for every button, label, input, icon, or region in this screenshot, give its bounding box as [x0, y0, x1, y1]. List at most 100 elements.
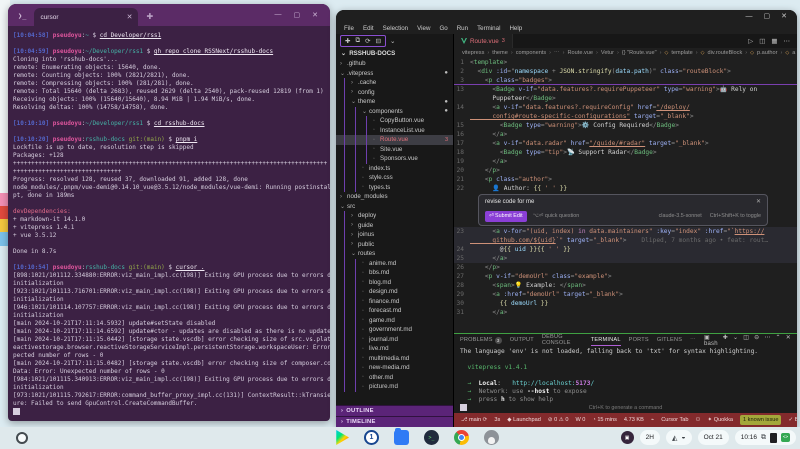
vscode-close-icon[interactable]: ✕ — [781, 12, 787, 20]
breadcrumb-item[interactable]: Route.vue — [568, 50, 594, 56]
breadcrumb-item[interactable]: template — [671, 50, 692, 56]
status-gitlens-launchpad[interactable]: ◆ Launchpad — [507, 417, 541, 423]
explorer-item-index-ts[interactable]: ▫index.ts — [336, 164, 453, 174]
explorer-item-node-modules[interactable]: ›node_modules — [336, 192, 453, 202]
customize-layout-icon[interactable]: ▦ — [771, 37, 777, 45]
inline-ai-widget[interactable]: revise code for me✕⏎ Submit Edit⌥⏎ quick… — [478, 194, 768, 226]
maximize-panel-icon[interactable]: ⌃ — [776, 334, 781, 347]
explorer-item-style-css[interactable]: ▫style.css — [336, 173, 453, 183]
terminal-minimize-icon[interactable]: — — [275, 11, 282, 19]
vscode-titlebar[interactable]: — ▢ ✕ — [336, 10, 797, 22]
breadcrumb-item[interactable]: {} "Route.vue" — [622, 50, 657, 56]
collapse-icon[interactable]: ⊟ — [376, 37, 381, 45]
status-ai-face-icon[interactable]: ⚇ — [695, 417, 700, 423]
explorer-item-site-vue[interactable]: ▫Site.vue — [336, 145, 453, 155]
explorer-item-forecast-md[interactable]: ▫forecast.md — [336, 306, 453, 316]
breadcrumb-item[interactable]: Vetur — [601, 50, 614, 56]
date-pill[interactable]: Oct 21 — [698, 430, 729, 445]
explorer-item-journal-md[interactable]: ▫journal.md — [336, 335, 453, 345]
panel-tab-problems[interactable]: PROBLEMS3 — [460, 334, 502, 346]
model-label[interactable]: claude-3.5-sonnet — [659, 212, 702, 221]
status-plug-icon[interactable]: ⌁ — [651, 417, 654, 423]
explorer-item-sponsors-vue[interactable]: ▫Sponsors.vue — [336, 154, 453, 164]
breadcrumb-item[interactable]: theme — [492, 50, 508, 56]
explorer-item-new-media-md[interactable]: ▫new-media.md — [336, 363, 453, 373]
run-icon[interactable]: ▷ — [748, 37, 753, 45]
terminal-app-shelf-icon[interactable]: >_ — [424, 430, 439, 445]
menu-go[interactable]: Go — [439, 25, 447, 32]
menu-edit[interactable]: Edit — [363, 25, 374, 32]
terminal-titlebar[interactable]: ❯_ cursor ✕ ✚ — ▢ ✕ — [8, 4, 330, 26]
terminal-dropdown-icon[interactable]: ⌄ — [733, 334, 738, 347]
close-panel-icon[interactable]: ✕ — [786, 334, 791, 347]
explorer-item--vitepress[interactable]: ⌄.vitepress● — [336, 69, 453, 79]
explorer-item-public[interactable]: ›public — [336, 240, 453, 250]
explorer-item-live-md[interactable]: ▫live.md — [336, 344, 453, 354]
more-actions-icon[interactable]: ⋯ — [784, 37, 791, 45]
explorer-item-other-md[interactable]: ▫other.md — [336, 373, 453, 383]
panel-tab-gitlens[interactable]: GITLENS — [657, 334, 682, 346]
1password-icon[interactable]: 1 — [364, 430, 379, 445]
explorer-item-deploy[interactable]: ›deploy — [336, 211, 453, 221]
explorer-item-src[interactable]: ⌄src — [336, 202, 453, 212]
explorer-item-components[interactable]: ⌄components● — [336, 107, 453, 117]
panel-tab-terminal[interactable]: TERMINAL — [591, 334, 621, 346]
status-tray[interactable]: 10:16 ⧉ <> — [735, 430, 796, 445]
explorer-item-types-ts[interactable]: ▫types.ts — [336, 183, 453, 193]
explorer-item-joinus[interactable]: ›joinus — [336, 230, 453, 240]
split-terminal-icon[interactable]: ◫ — [743, 334, 749, 347]
menu-view[interactable]: View — [417, 25, 430, 32]
breadcrumb[interactable]: vitepress›theme›components›⋯›Route.vue›V… — [454, 48, 797, 58]
explorer-item-finance-md[interactable]: ▫finance.md — [336, 297, 453, 307]
breadcrumb-item[interactable]: ⋯ — [554, 50, 560, 56]
status-problems[interactable]: ⊘ 0 ⚠ 0 — [548, 417, 569, 423]
menu-selection[interactable]: Selection — [383, 25, 408, 32]
menu-run[interactable]: Run — [457, 25, 468, 32]
close-icon[interactable]: ✕ — [756, 198, 761, 207]
status-git-branch[interactable]: ⎇ main ⟳ — [461, 417, 487, 423]
explorer-item-instancelist-vue[interactable]: ▫InstanceList.vue — [336, 126, 453, 136]
breadcrumb-item[interactable]: components — [516, 50, 546, 56]
status-coding-time[interactable]: ◔ 15 mins — [592, 417, 617, 423]
more-icon[interactable]: ⋯ — [764, 334, 770, 347]
terminal-new-tab-icon[interactable]: ✚ — [146, 12, 153, 21]
explorer-item-government-md[interactable]: ▫government.md — [336, 325, 453, 335]
status-duration[interactable]: 3s — [494, 417, 500, 423]
panel-tab-debug-console[interactable]: DEBUG CONSOLE — [542, 334, 583, 346]
terminal-output[interactable]: [10:04:58] pseudoyu:~ $ cd Developer/rss… — [8, 26, 330, 419]
terminal-tab[interactable]: cursor ✕ — [34, 8, 138, 26]
screen-capture-indicator[interactable]: ▣ — [621, 431, 634, 444]
explorer-item-picture-md[interactable]: ▫picture.md — [336, 382, 453, 392]
explorer-item-route-vue[interactable]: ▫Route.vue3 — [336, 135, 453, 145]
files-app-icon[interactable] — [394, 430, 409, 445]
vscode-maximize-icon[interactable]: ▢ — [764, 12, 771, 20]
battery-time-pill[interactable]: 2H — [640, 430, 660, 445]
new-folder-icon[interactable]: ⧉ — [355, 37, 360, 45]
menu-help[interactable]: Help — [509, 25, 522, 32]
explorer-item-anime-md[interactable]: ▫anime.md — [336, 259, 453, 269]
shell-selector[interactable]: ▣ bash — [704, 334, 718, 347]
section-timeline[interactable]: ›TIMELINE — [336, 416, 453, 427]
tray-indicators-pill[interactable]: ◭ ◒ — [666, 430, 692, 445]
new-terminal-icon[interactable]: ✚ — [723, 334, 728, 347]
status-known-issue[interactable]: 1 known issue — [740, 415, 781, 425]
section-outline[interactable]: ›OUTLINE — [336, 405, 453, 416]
breadcrumb-item[interactable]: a — [792, 50, 795, 56]
explorer-item-copybutton-vue[interactable]: ▫CopyButton.vue — [336, 116, 453, 126]
breadcrumb-item[interactable]: div.routeBlock — [708, 50, 743, 56]
tab-route-vue[interactable]: Route.vue 3 — [454, 34, 513, 48]
refresh-icon[interactable]: ⟳ — [365, 37, 370, 45]
menu-file[interactable]: File — [344, 25, 354, 32]
explorer-item-bbs-md[interactable]: ▫bbs.md — [336, 268, 453, 278]
explorer-item-config[interactable]: ›config — [336, 88, 453, 98]
kill-terminal-icon[interactable]: ⊖ — [754, 334, 759, 347]
ai-prompt-input[interactable]: revise code for me — [485, 198, 534, 207]
split-editor-icon[interactable]: ◫ — [759, 37, 765, 45]
explorer-item-routes[interactable]: ⌄routes — [336, 249, 453, 259]
breadcrumb-item[interactable]: p.author — [757, 50, 778, 56]
terminal-close-icon[interactable]: ✕ — [312, 11, 318, 19]
status-biome[interactable]: ✓ Biome 1.9.4 (bundled) — [788, 417, 797, 423]
explorer-item-guide[interactable]: ›guide — [336, 221, 453, 231]
explorer-root[interactable]: ⌄ RSSHUB-DOCS — [336, 48, 453, 59]
submit-edit-button[interactable]: ⏎ Submit Edit — [485, 211, 527, 222]
